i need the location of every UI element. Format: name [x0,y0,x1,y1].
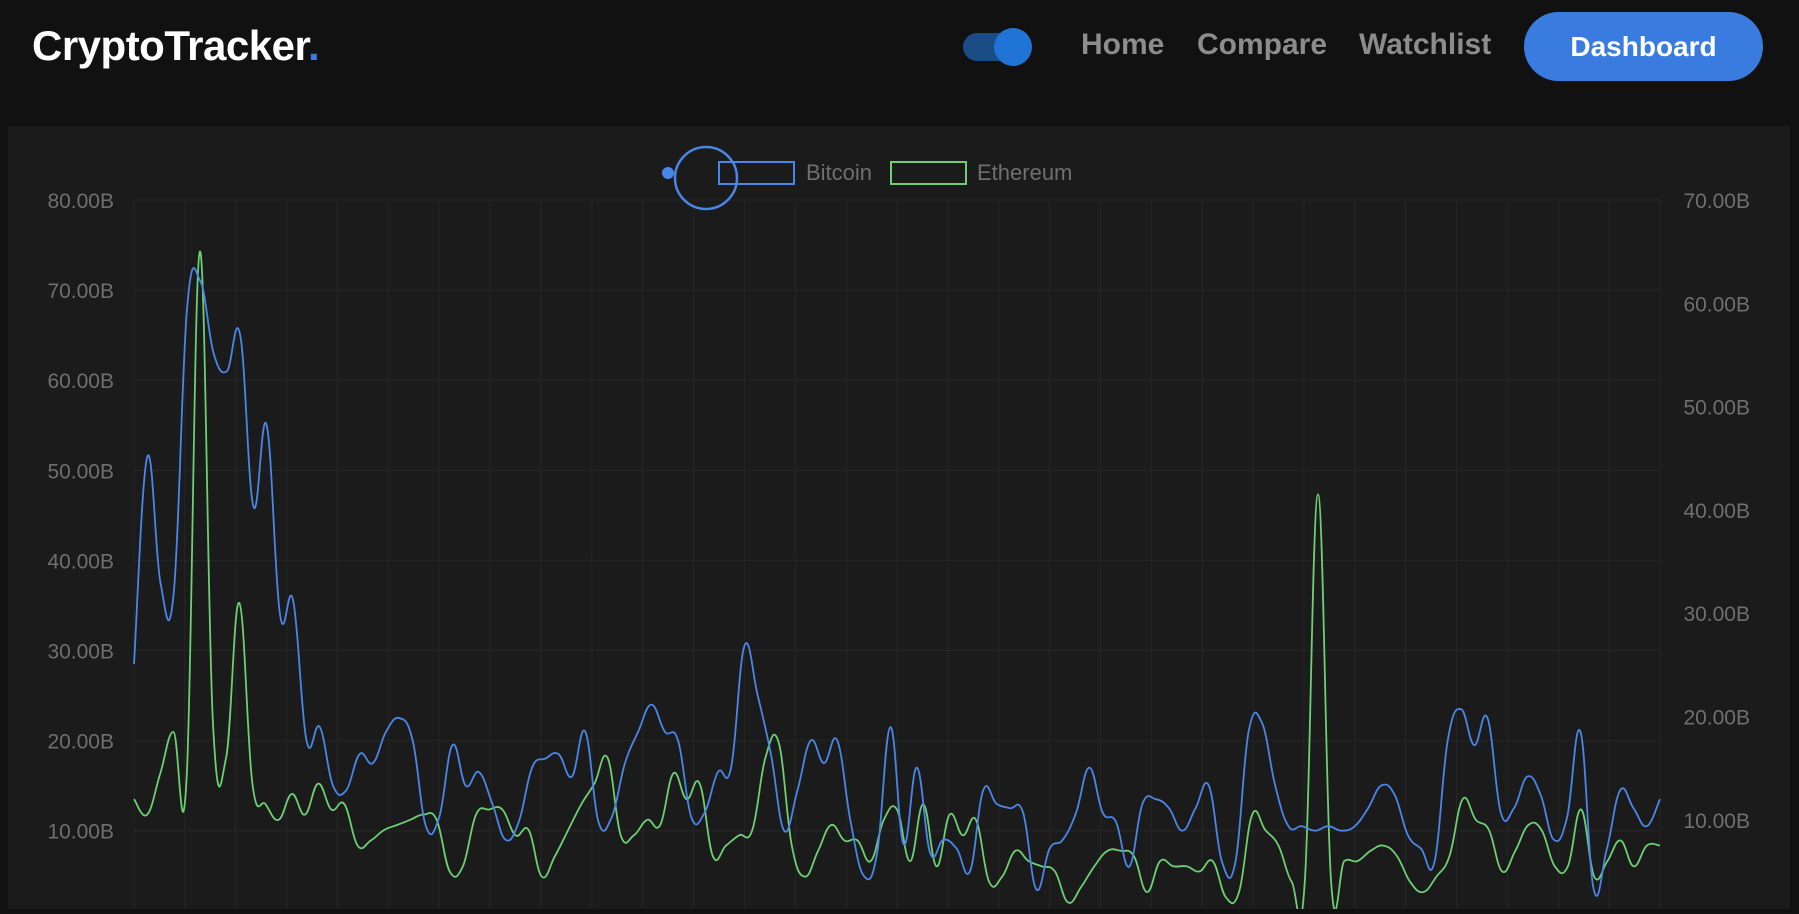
right-tick-label: 20.00B [1683,707,1750,730]
chart-card: 10.00B 20.00B 30.00B 40.00B 50.00B 60.00B 70.0… [8,126,1790,914]
nav-watchlist[interactable]: Watchlist [1359,28,1491,62]
legend-marker-dot [662,167,674,179]
volume-chart: 10.00B 20.00B 30.00B 40.00B 50.00B 60.00B 70.0… [47,145,1750,914]
legend-swatch-bitcoin [718,161,795,185]
left-tick-label: 70.00B [47,280,114,303]
theme-toggle[interactable] [963,28,1032,66]
right-tick-label: 50.00B [1683,397,1750,420]
nav-home[interactable]: Home [1081,28,1164,62]
chart-grid [133,199,1661,909]
left-tick-label: 60.00B [47,370,114,393]
logo-dot: . [307,22,320,69]
toggle-knob [994,28,1032,66]
top-navbar: CryptoTracker. Home Compare Watchlist Da… [0,0,1799,108]
logo[interactable]: CryptoTracker. [32,22,320,70]
right-axis: 10.00B 20.00B 30.00B 40.00B 50.00B 60.00B 70.0… [1683,190,1750,833]
left-tick-label: 40.00B [47,550,114,573]
left-tick-label: 10.00B [47,821,114,844]
dashboard-button[interactable]: Dashboard [1524,12,1763,81]
logo-text: CryptoTracker [32,22,308,69]
left-tick-label: 30.00B [47,641,114,664]
right-tick-label: 40.00B [1683,500,1750,523]
left-tick-label: 80.00B [47,190,114,213]
right-tick-label: 70.00B [1683,190,1750,213]
right-tick-label: 30.00B [1683,603,1750,626]
legend-swatch-ethereum [890,161,967,185]
right-tick-label: 10.00B [1683,810,1750,833]
right-tick-label: 60.00B [1683,293,1750,316]
left-axis: 10.00B 20.00B 30.00B 40.00B 50.00B 60.00B 70.0… [47,190,114,844]
left-tick-label: 50.00B [47,460,114,483]
nav-compare[interactable]: Compare [1197,28,1327,62]
legend-label-ethereum: Ethereum [977,160,1072,185]
legend-label-bitcoin: Bitcoin [806,160,872,185]
left-tick-label: 20.00B [47,731,114,754]
